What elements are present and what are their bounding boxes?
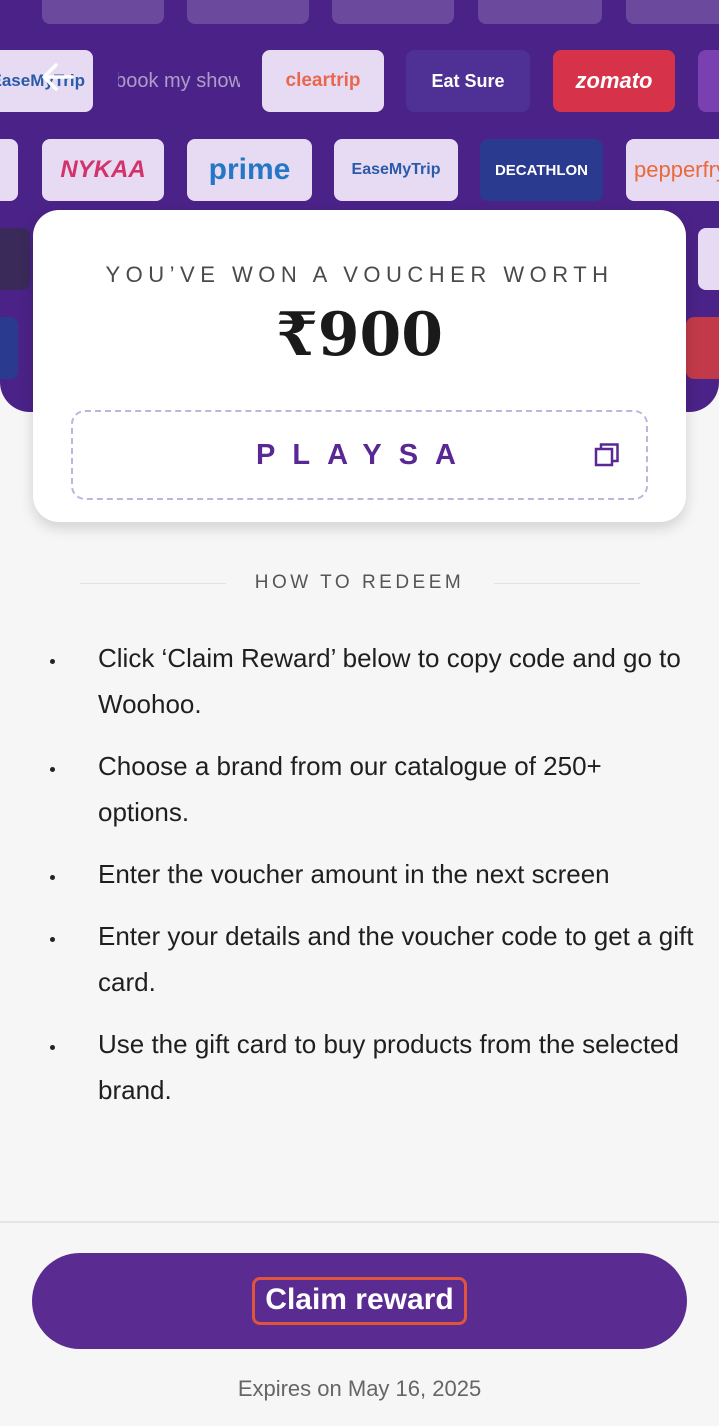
claim-reward-label: Claim reward bbox=[252, 1277, 467, 1325]
voucher-card: YOU’VE WON A VOUCHER WORTH ₹900 PLAYSA bbox=[33, 210, 686, 522]
redeem-section-header: HOW TO REDEEM bbox=[0, 570, 719, 600]
step-text: Click ‘Claim Reward’ below to copy code … bbox=[98, 643, 681, 719]
bullet bbox=[50, 1045, 55, 1050]
brand-tile-easemytrip: EaseMyTrip bbox=[334, 139, 458, 201]
redeem-title: HOW TO REDEEM bbox=[254, 572, 465, 593]
step-text: Enter the voucher amount in the next scr… bbox=[98, 859, 610, 889]
arrow-left-icon bbox=[42, 63, 74, 91]
bullet bbox=[50, 767, 55, 772]
bullet bbox=[50, 659, 55, 664]
brand-tile-decathlon: DECATHLON bbox=[480, 139, 603, 201]
voucher-code-box[interactable]: PLAYSA bbox=[71, 410, 648, 500]
brand-tile bbox=[0, 228, 30, 290]
brand-tile bbox=[42, 0, 164, 24]
voucher-amount: ₹900 bbox=[276, 300, 443, 370]
brand-tile-zomato: zomato bbox=[553, 50, 675, 112]
brand-tile-nykaa: NYKAA bbox=[42, 139, 164, 201]
brand-tile bbox=[187, 0, 309, 24]
footer-divider bbox=[0, 1221, 719, 1223]
back-button[interactable] bbox=[36, 56, 78, 98]
claim-reward-button[interactable]: Claim reward bbox=[32, 1253, 687, 1349]
brand-tile bbox=[686, 317, 719, 379]
bullet bbox=[50, 937, 55, 942]
brand-tile bbox=[478, 0, 602, 24]
brand-tile-bookmyshow: book my show bbox=[118, 69, 240, 92]
bullet bbox=[50, 875, 55, 880]
brand-tile-pepperfry: pepperfry bbox=[626, 139, 719, 201]
brand-tile-prime: prime bbox=[187, 139, 312, 201]
voucher-title: YOU’VE WON A VOUCHER WORTH bbox=[105, 262, 614, 287]
brand-tile bbox=[0, 139, 18, 201]
brand-tile bbox=[698, 50, 719, 112]
step-text: Use the gift card to buy products from t… bbox=[98, 1029, 679, 1105]
brand-tile bbox=[698, 228, 719, 290]
brand-tile bbox=[332, 0, 454, 24]
copy-code-button[interactable] bbox=[594, 442, 620, 468]
brand-tile-cleartrip: cleartrip bbox=[262, 50, 384, 112]
copy-icon bbox=[594, 443, 619, 467]
step-text: Enter your details and the voucher code … bbox=[98, 921, 694, 997]
voucher-code: PLAYSA bbox=[256, 439, 473, 471]
brand-tile bbox=[0, 317, 18, 379]
brand-tile bbox=[626, 0, 719, 24]
step-text: Choose a brand from our catalogue of 250… bbox=[98, 751, 602, 827]
brand-tile-eatsure: Eat Sure bbox=[406, 50, 530, 112]
expiry-text: Expires on May 16, 2025 bbox=[237, 1376, 482, 1401]
